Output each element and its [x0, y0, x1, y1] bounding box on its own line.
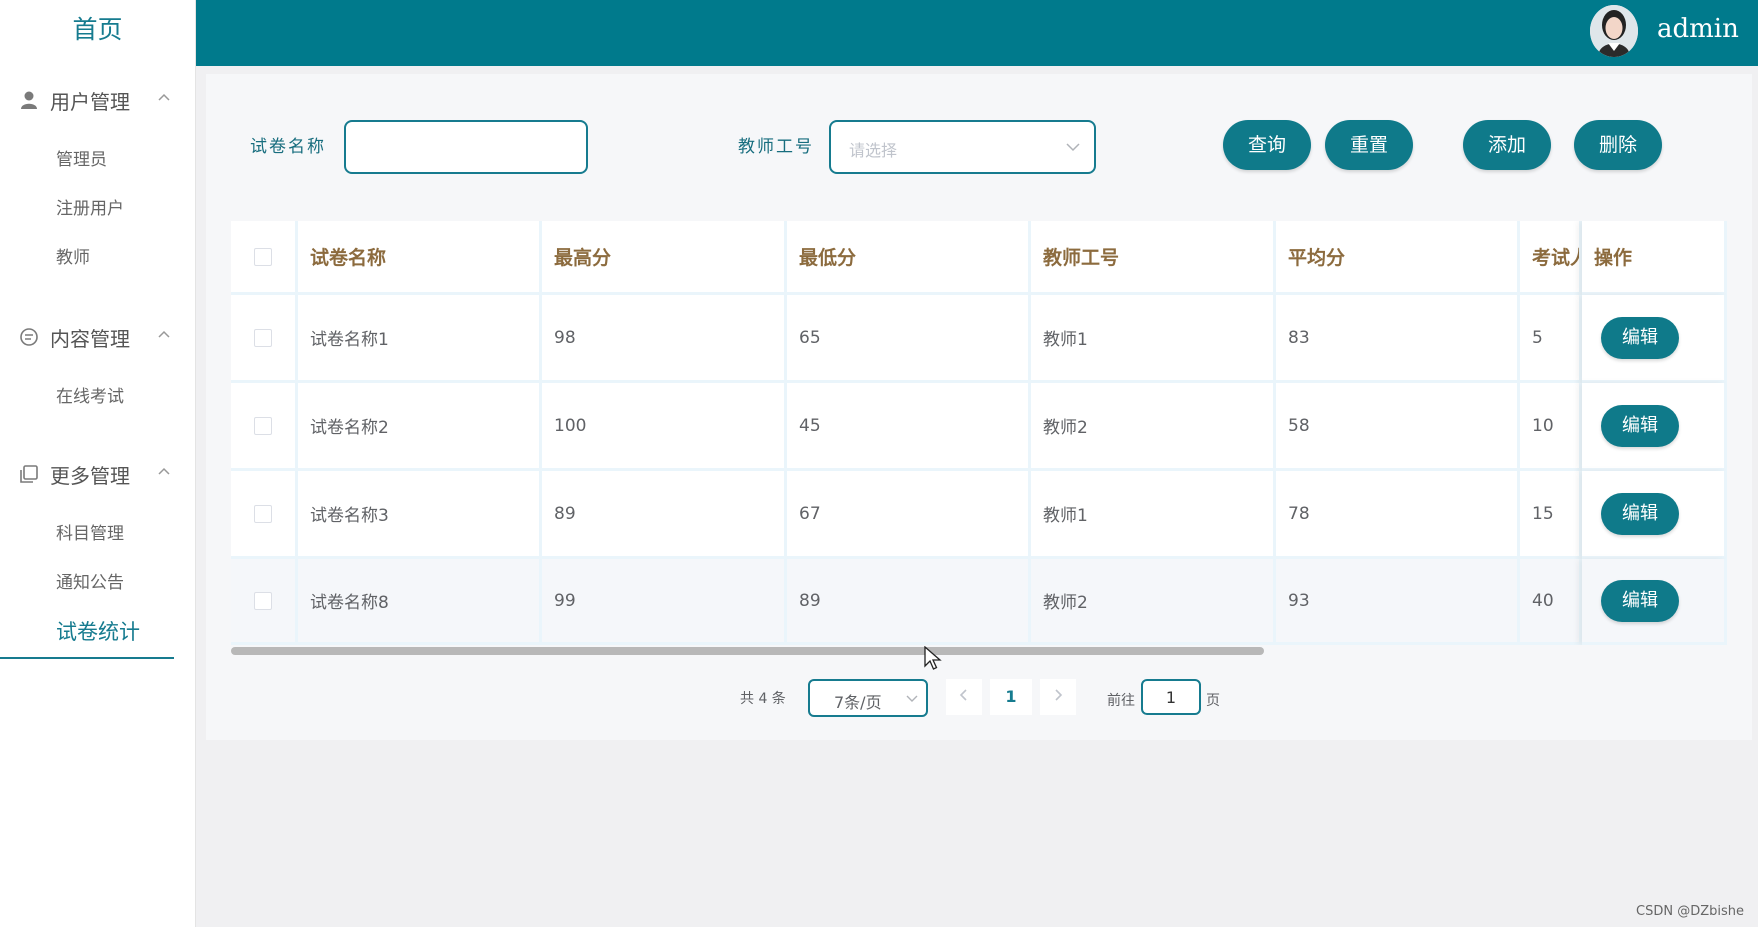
sidebar: 首页 用户管理 管理员 注册用户 教师 内容管理 在线考试 更多管理 科目管理 … [0, 0, 196, 927]
column-header-paper-name: 试卷名称 [298, 221, 542, 295]
mouse-cursor-icon [924, 646, 942, 670]
chevron-left-icon [959, 689, 967, 701]
paper-name-input[interactable] [344, 120, 588, 174]
avatar-icon[interactable] [1590, 5, 1638, 57]
table-cell: 5 [1520, 295, 1582, 383]
page-number-1[interactable]: 1 [990, 679, 1032, 715]
table-cell: 试卷名称8 [298, 559, 542, 645]
sidebar-item-subjects[interactable]: 科目管理 [0, 510, 195, 559]
sidebar-group-user-management[interactable]: 用户管理 [0, 64, 195, 136]
row-actions-cell: 编辑 [1582, 471, 1727, 559]
chat-icon [20, 328, 38, 346]
row-actions-cell: 编辑 [1582, 295, 1727, 383]
teacher-id-select[interactable]: 请选择 [829, 120, 1096, 174]
chevron-up-icon [158, 93, 170, 101]
prev-page-button[interactable] [946, 679, 982, 715]
add-button[interactable]: 添加 [1463, 120, 1551, 170]
teacher-id-label: 教师工号 [738, 137, 814, 157]
sidebar-group-label: 内容管理 [50, 326, 130, 351]
column-header-max-score: 最高分 [542, 221, 787, 295]
sidebar-item-admins[interactable]: 管理员 [0, 136, 195, 185]
data-table: 试卷名称 最高分 最低分 教师工号 平均分 考试人 操作 试卷名称1 98 65… [231, 221, 1727, 645]
edit-button[interactable]: 编辑 [1601, 404, 1679, 447]
delete-button[interactable]: 删除 [1574, 120, 1662, 170]
row-checkbox-cell [231, 471, 298, 559]
table-cell: 83 [1276, 295, 1520, 383]
chevron-up-icon [158, 467, 170, 475]
row-checkbox[interactable] [254, 591, 272, 610]
horizontal-scrollbar-thumb[interactable] [231, 647, 1264, 655]
chevron-down-icon [1066, 143, 1080, 152]
table-cell: 93 [1276, 559, 1520, 645]
column-header-actions: 操作 [1582, 221, 1727, 295]
column-header-min-score: 最低分 [787, 221, 1031, 295]
edit-button[interactable]: 编辑 [1601, 579, 1679, 622]
select-all-checkbox[interactable] [254, 247, 272, 266]
table-cell: 10 [1520, 383, 1582, 471]
page-suffix: 页 [1206, 693, 1220, 709]
row-checkbox[interactable] [254, 504, 272, 523]
table-cell: 58 [1276, 383, 1520, 471]
chevron-right-icon [1055, 689, 1063, 701]
table-header-checkbox-cell [231, 221, 298, 295]
sidebar-item-notices[interactable]: 通知公告 [0, 559, 195, 608]
table-cell: 98 [542, 295, 787, 383]
chevron-down-icon [906, 695, 918, 702]
table-cell: 67 [787, 471, 1031, 559]
sidebar-item-online-exam[interactable]: 在线考试 [0, 373, 195, 422]
sidebar-group-label: 用户管理 [50, 89, 130, 114]
sidebar-item-teachers[interactable]: 教师 [0, 234, 195, 283]
row-checkbox-cell [231, 559, 298, 645]
table-cell: 试卷名称2 [298, 383, 542, 471]
pagination-total: 共 4 条 [740, 691, 786, 707]
row-actions-cell: 编辑 [1582, 383, 1727, 471]
table-cell: 15 [1520, 471, 1582, 559]
table-cell: 教师1 [1031, 471, 1276, 559]
table-cell: 65 [787, 295, 1031, 383]
page-size-select[interactable]: 7条/页 [808, 679, 928, 717]
goto-page-input[interactable] [1141, 679, 1201, 715]
goto-label: 前往 [1107, 693, 1135, 709]
row-checkbox-cell [231, 295, 298, 383]
reset-button[interactable]: 重置 [1325, 120, 1413, 170]
table-cell: 教师2 [1031, 559, 1276, 645]
query-button[interactable]: 查询 [1223, 120, 1311, 170]
table-cell: 89 [542, 471, 787, 559]
table-cell: 试卷名称3 [298, 471, 542, 559]
sidebar-group-label: 更多管理 [50, 463, 130, 488]
column-header-exam-count: 考试人 [1520, 221, 1582, 295]
copy-icon [20, 465, 38, 483]
column-header-avg-score: 平均分 [1276, 221, 1520, 295]
username[interactable]: admin [1657, 14, 1739, 44]
page-size-value: 7条/页 [834, 693, 882, 712]
sidebar-item-paper-statistics[interactable]: 试卷统计 [0, 608, 174, 659]
sidebar-group-content-management[interactable]: 内容管理 [0, 301, 195, 373]
table-cell: 教师2 [1031, 383, 1276, 471]
row-checkbox[interactable] [254, 416, 272, 435]
watermark: CSDN @DZbishe [1636, 904, 1744, 919]
top-bar [196, 0, 1758, 66]
table-cell: 99 [542, 559, 787, 645]
table-cell: 100 [542, 383, 787, 471]
next-page-button[interactable] [1040, 679, 1076, 715]
sidebar-item-registered-users[interactable]: 注册用户 [0, 185, 195, 234]
sidebar-home[interactable]: 首页 [0, 0, 195, 64]
table-cell: 78 [1276, 471, 1520, 559]
table-cell: 试卷名称1 [298, 295, 542, 383]
paper-name-label: 试卷名称 [250, 137, 326, 157]
user-icon [21, 91, 37, 109]
table-cell: 89 [787, 559, 1031, 645]
column-header-teacher-id: 教师工号 [1031, 221, 1276, 295]
edit-button[interactable]: 编辑 [1601, 316, 1679, 359]
sidebar-group-more-management[interactable]: 更多管理 [0, 438, 195, 510]
row-checkbox[interactable] [254, 328, 272, 347]
chevron-up-icon [158, 330, 170, 338]
table-cell: 教师1 [1031, 295, 1276, 383]
row-checkbox-cell [231, 383, 298, 471]
row-actions-cell: 编辑 [1582, 559, 1727, 645]
teacher-id-placeholder: 请选择 [849, 141, 898, 160]
table-cell: 40 [1520, 559, 1582, 645]
edit-button[interactable]: 编辑 [1601, 492, 1679, 535]
table-cell: 45 [787, 383, 1031, 471]
